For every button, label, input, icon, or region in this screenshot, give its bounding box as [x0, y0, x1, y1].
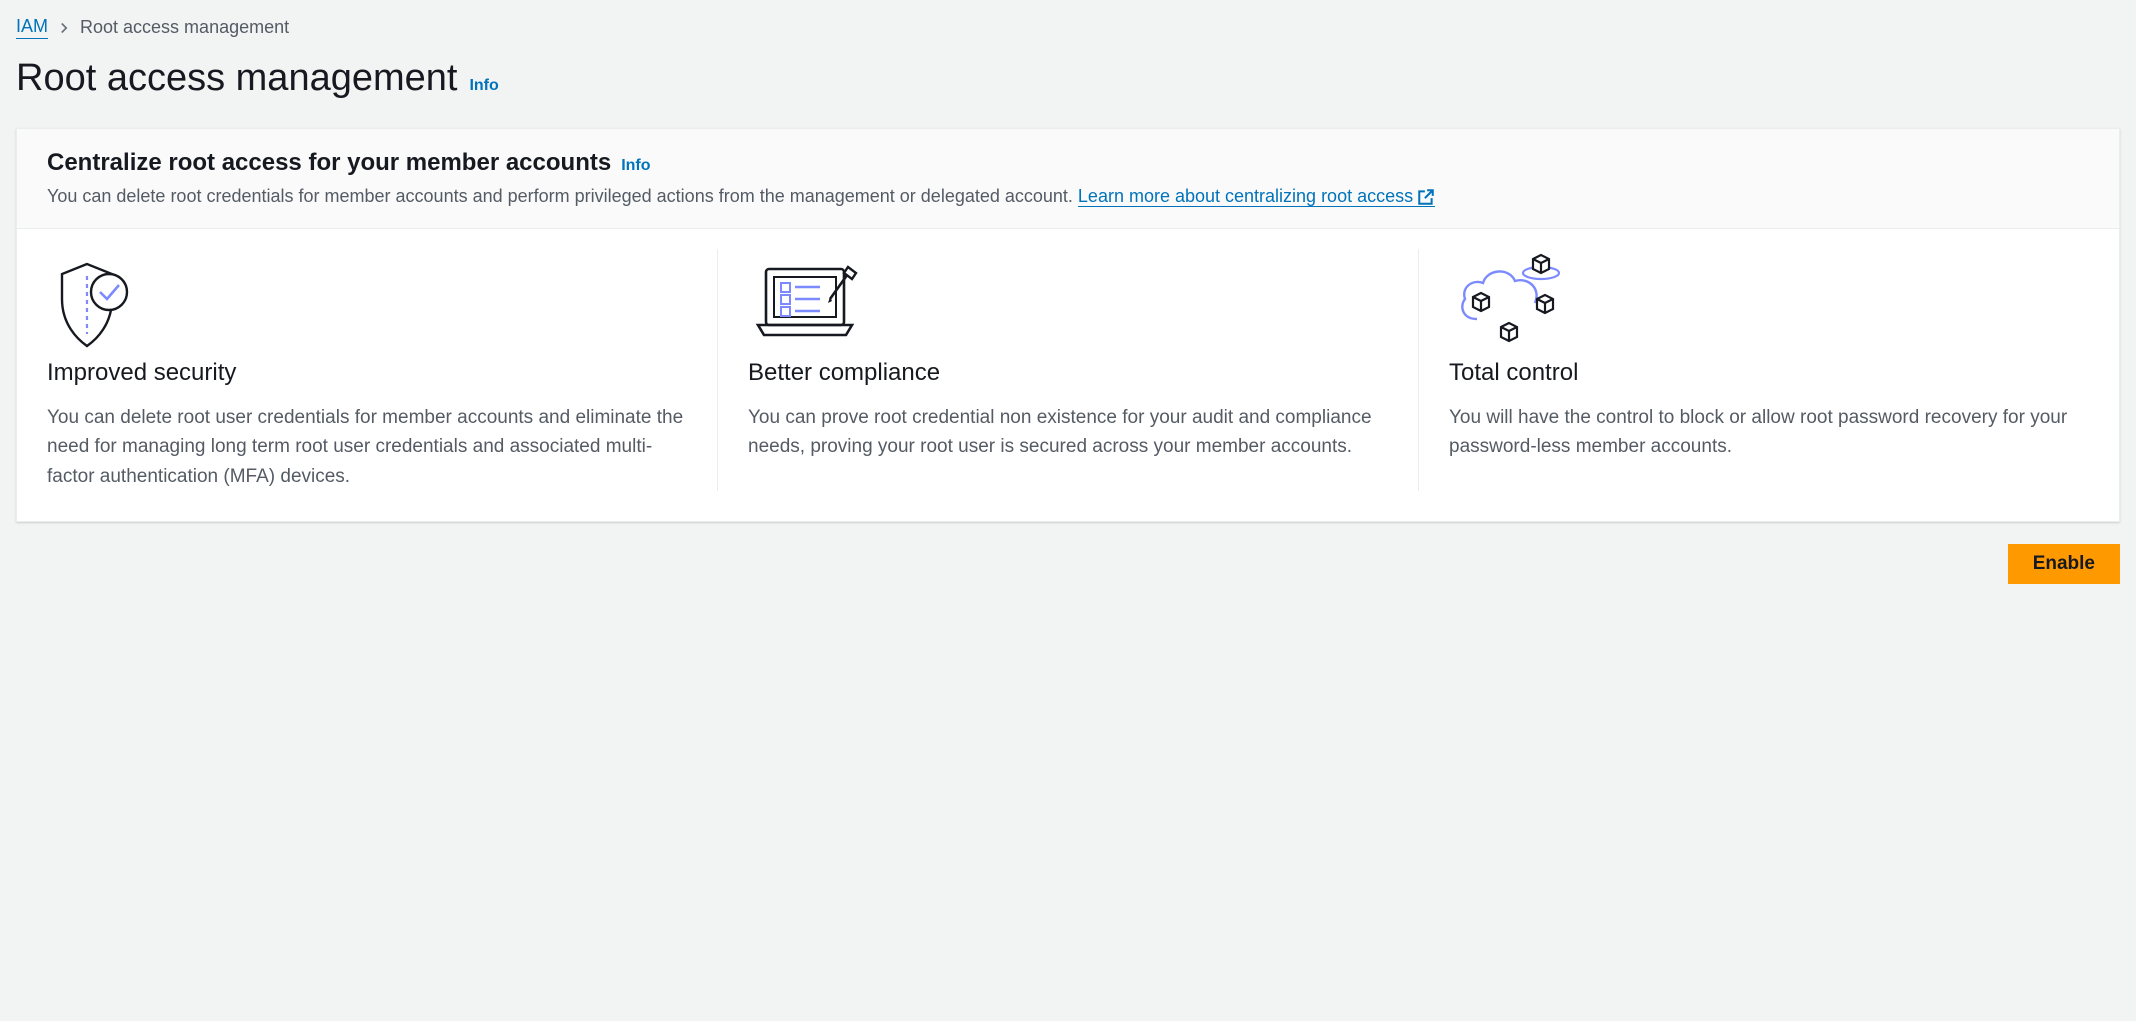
breadcrumb: IAM Root access management — [16, 16, 2120, 39]
feature-desc: You will have the control to block or al… — [1449, 403, 2089, 462]
feature-title: Better compliance — [748, 359, 1388, 387]
page-title: Root access management — [16, 57, 457, 100]
learn-more-text: Learn more about centralizing root acces… — [1078, 186, 1413, 206]
info-link-page[interactable]: Info — [469, 77, 498, 95]
panel-subtitle: You can delete root credentials for memb… — [47, 183, 2089, 210]
breadcrumb-link-iam[interactable]: IAM — [16, 16, 48, 39]
features-row: Improved security You can delete root us… — [17, 229, 2119, 521]
page-header: Root access management Info — [16, 57, 2120, 100]
panel-subtitle-text: You can delete root credentials for memb… — [47, 186, 1078, 206]
laptop-checklist-icon — [748, 249, 1388, 359]
actions-row: Enable — [16, 544, 2120, 584]
shield-check-icon — [47, 249, 687, 359]
panel-header: Centralize root access for your member a… — [17, 129, 2119, 229]
breadcrumb-current: Root access management — [80, 17, 289, 38]
info-link-panel[interactable]: Info — [621, 157, 650, 175]
chevron-right-icon — [58, 22, 70, 34]
cloud-cubes-icon — [1449, 249, 2089, 359]
feature-title: Total control — [1449, 359, 2089, 387]
learn-more-link[interactable]: Learn more about centralizing root acces… — [1078, 186, 1435, 207]
feature-better-compliance: Better compliance You can prove root cre… — [718, 249, 1419, 491]
panel-title: Centralize root access for your member a… — [47, 149, 611, 177]
feature-title: Improved security — [47, 359, 687, 387]
external-link-icon — [1417, 188, 1435, 206]
feature-desc: You can delete root user credentials for… — [47, 403, 687, 491]
enable-button[interactable]: Enable — [2008, 544, 2120, 584]
feature-total-control: Total control You will have the control … — [1419, 249, 2089, 491]
feature-desc: You can prove root credential non existe… — [748, 403, 1388, 462]
main-panel: Centralize root access for your member a… — [16, 128, 2120, 522]
feature-improved-security: Improved security You can delete root us… — [47, 249, 718, 491]
